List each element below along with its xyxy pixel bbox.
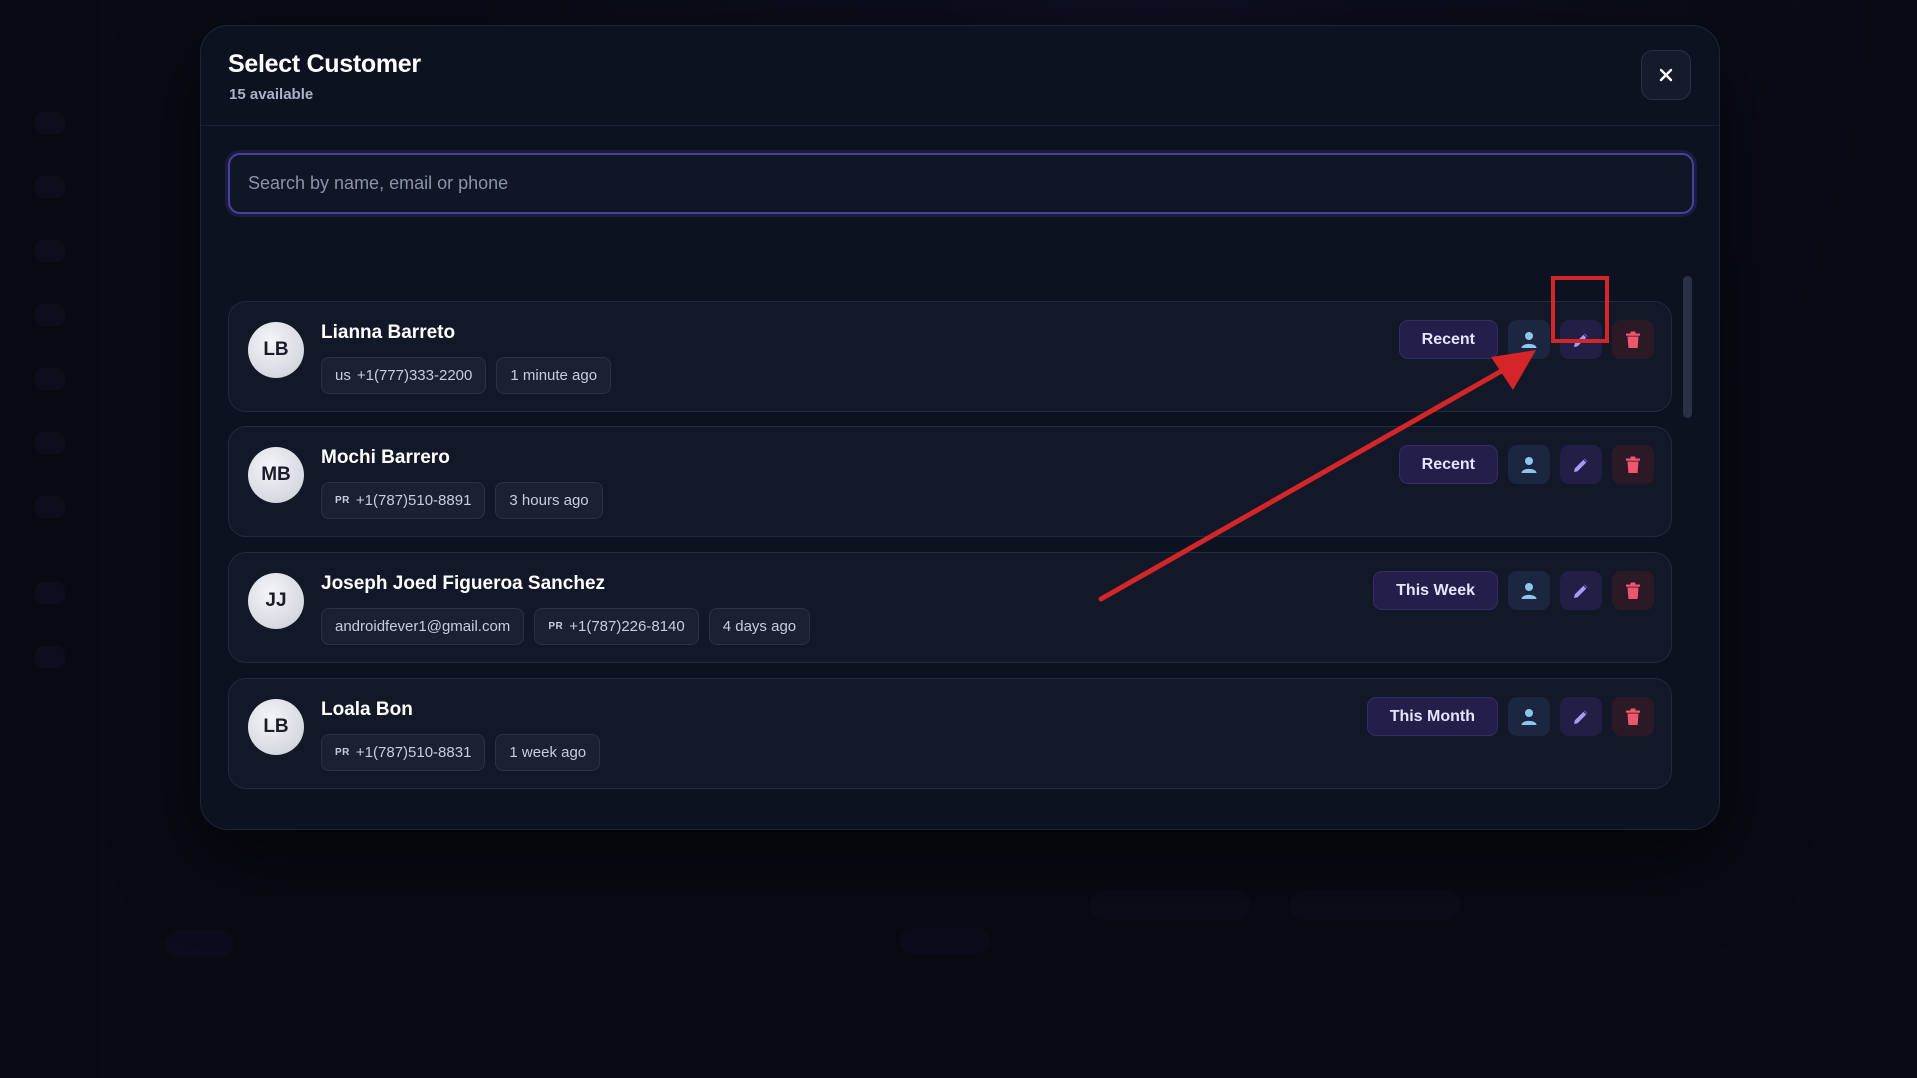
customer-details: PR +1(787)510-8891 3 hours ago: [321, 482, 603, 519]
customer-name: Mochi Barrero: [321, 447, 450, 468]
delete-customer-button[interactable]: [1612, 320, 1654, 359]
view-profile-button[interactable]: [1508, 571, 1550, 610]
recency-badge: Recent: [1398, 445, 1498, 484]
phone-chip: PR +1(787)510-8891: [321, 482, 486, 519]
person-icon: [1521, 456, 1537, 473]
delete-customer-button[interactable]: [1612, 571, 1654, 610]
avatar: JJ: [248, 573, 304, 629]
modal-header: Select Customer 15 available: [201, 26, 1719, 126]
country-code: PR: [548, 621, 564, 632]
view-profile-button[interactable]: [1508, 320, 1550, 359]
avatar: LB: [248, 322, 304, 378]
country-code: PR: [335, 747, 350, 758]
edit-customer-button[interactable]: [1560, 697, 1602, 736]
list-scrollbar[interactable]: [1683, 276, 1692, 418]
person-icon: [1521, 582, 1537, 599]
card-actions: Recent: [1398, 445, 1654, 484]
view-profile-button[interactable]: [1508, 445, 1550, 484]
trash-icon: [1626, 456, 1640, 473]
person-icon: [1521, 331, 1537, 348]
recency-badge: This Month: [1366, 697, 1498, 736]
avatar: LB: [248, 699, 304, 755]
edit-customer-button[interactable]: [1560, 571, 1602, 610]
last-visit-chip: 4 days ago: [708, 608, 811, 645]
customer-list: LB Lianna Barreto us +1(777)333-2200 1 m…: [228, 276, 1673, 801]
avatar: MB: [248, 447, 304, 503]
email-chip: androidfever1@gmail.com: [321, 608, 525, 645]
phone-number: +1(787)226-8140: [569, 618, 685, 635]
customer-details: androidfever1@gmail.com PR +1(787)226-81…: [321, 608, 811, 645]
card-actions: This Month: [1366, 697, 1654, 736]
customer-count: 15 available: [229, 86, 314, 103]
close-icon: [1659, 68, 1673, 82]
trash-icon: [1626, 331, 1640, 348]
trash-icon: [1626, 708, 1640, 725]
annotation-highlight-box: [1551, 276, 1609, 343]
edit-customer-button[interactable]: [1560, 445, 1602, 484]
phone-number: +1(787)510-8831: [355, 744, 472, 761]
customer-name: Loala Bon: [321, 699, 413, 720]
pencil-icon: [1574, 710, 1588, 724]
phone-number: +1(777)333-2200: [356, 367, 473, 384]
view-profile-button[interactable]: [1508, 697, 1550, 736]
phone-chip: us +1(777)333-2200: [321, 357, 487, 394]
phone-chip: PR +1(787)510-8831: [321, 734, 486, 771]
pencil-icon: [1574, 584, 1588, 598]
phone-chip: PR +1(787)226-8140: [534, 608, 699, 645]
country-code: us: [335, 367, 351, 384]
search-input[interactable]: [230, 155, 1692, 212]
last-visit-chip: 1 minute ago: [496, 357, 612, 394]
customer-card[interactable]: JJ Joseph Joed Figueroa Sanchez androidf…: [228, 552, 1672, 663]
card-actions: Recent: [1398, 320, 1654, 359]
last-visit-chip: 3 hours ago: [495, 482, 603, 519]
last-visit-chip: 1 week ago: [495, 734, 601, 771]
modal-title: Select Customer: [228, 50, 421, 78]
pencil-icon: [1574, 458, 1588, 472]
select-customer-modal: Select Customer 15 available LB Lianna B…: [200, 25, 1720, 830]
customer-card[interactable]: LB Lianna Barreto us +1(777)333-2200 1 m…: [228, 301, 1672, 412]
delete-customer-button[interactable]: [1612, 697, 1654, 736]
person-icon: [1521, 708, 1537, 725]
search-field[interactable]: [228, 153, 1694, 214]
phone-number: +1(787)510-8891: [355, 492, 472, 509]
customer-card[interactable]: MB Mochi Barrero PR +1(787)510-8891 3 ho…: [228, 426, 1672, 537]
customer-name: Lianna Barreto: [321, 322, 456, 343]
card-actions: This Week: [1373, 571, 1654, 610]
recency-badge: This Week: [1373, 571, 1498, 610]
customer-card[interactable]: LB Loala Bon PR +1(787)510-8831 1 week a…: [228, 678, 1672, 789]
close-button[interactable]: [1641, 50, 1691, 100]
delete-customer-button[interactable]: [1612, 445, 1654, 484]
customer-name: Joseph Joed Figueroa Sanchez: [321, 573, 606, 594]
recency-badge: Recent: [1398, 320, 1498, 359]
customer-details: PR +1(787)510-8831 1 week ago: [321, 734, 601, 771]
country-code: PR: [335, 495, 350, 506]
trash-icon: [1626, 582, 1640, 599]
customer-details: us +1(777)333-2200 1 minute ago: [321, 357, 612, 394]
